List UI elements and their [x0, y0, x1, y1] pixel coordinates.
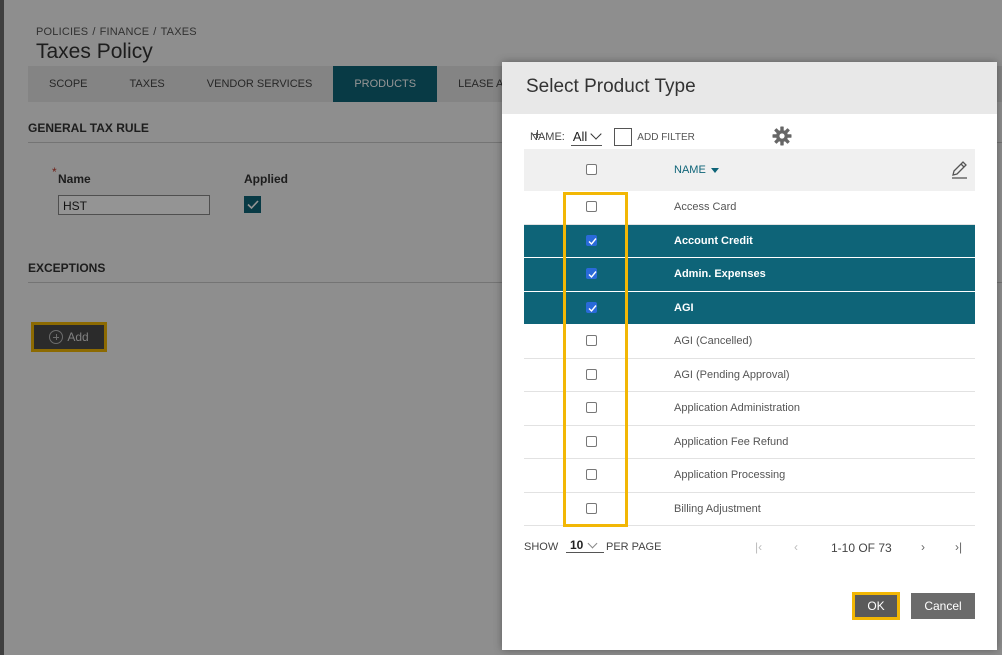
- row-checkbox[interactable]: [586, 368, 597, 380]
- row-label: Application Processing: [674, 469, 786, 481]
- plus-circle-icon: [614, 128, 633, 146]
- row-label: AGI (Pending Approval): [674, 368, 790, 381]
- row-checkbox[interactable]: [586, 402, 597, 413]
- add-filter-label: ADD FILTER: [637, 131, 695, 143]
- next-page-icon[interactable]: ›: [921, 540, 925, 554]
- table-row[interactable]: Application Processing: [524, 459, 975, 493]
- name-filter-select[interactable]: All: [570, 128, 603, 146]
- row-checkbox[interactable]: [586, 201, 597, 212]
- pagination-bar: SHOW 10 PER PAGE |‹ ‹ 1-10 OF 73 › ›|: [524, 537, 975, 561]
- row-label: Billing Adjustment: [674, 502, 761, 515]
- checkmark-icon: [588, 271, 597, 279]
- table-row[interactable]: Admin. Expenses: [524, 258, 975, 292]
- checkmark-icon: [588, 304, 597, 312]
- sort-desc-icon: [710, 167, 719, 173]
- per-page-value: 10: [570, 538, 584, 552]
- row-checkbox[interactable]: [586, 268, 597, 279]
- row-label: Application Fee Refund: [674, 435, 789, 448]
- dialog-header: Select Product Type: [502, 62, 997, 114]
- add-filter-button[interactable]: ADD FILTER: [614, 128, 695, 146]
- last-page-icon[interactable]: ›|: [955, 540, 962, 554]
- name-column-label: NAME: [674, 164, 706, 176]
- checkmark-icon: [588, 237, 597, 245]
- chevron-down-icon: [587, 538, 598, 548]
- table-row[interactable]: Application Fee Refund: [524, 426, 975, 459]
- dialog-title: Select Product Type: [526, 76, 696, 97]
- table-row[interactable]: Application Administration: [524, 392, 975, 426]
- previous-page-icon[interactable]: ‹: [794, 540, 798, 554]
- table-row[interactable]: AGI: [524, 291, 975, 325]
- table-row[interactable]: AGI (Cancelled): [524, 325, 975, 359]
- row-label: Account Credit: [674, 234, 753, 247]
- row-checkbox[interactable]: [586, 335, 597, 346]
- first-page-icon[interactable]: |‹: [755, 540, 762, 554]
- row-checkbox[interactable]: [586, 234, 597, 246]
- cancel-button[interactable]: Cancel: [911, 593, 975, 619]
- ok-button[interactable]: OK: [852, 592, 900, 620]
- select-all-checkbox[interactable]: [586, 164, 597, 175]
- name-column-header[interactable]: NAME: [674, 164, 719, 176]
- row-label: AGI: [674, 301, 694, 314]
- row-checkbox[interactable]: [586, 301, 597, 313]
- name-filter-value: All: [572, 128, 588, 144]
- row-label: AGI (Cancelled): [674, 335, 753, 347]
- row-checkbox[interactable]: [586, 502, 597, 514]
- row-checkbox[interactable]: [586, 435, 597, 447]
- filter-bar: NAME: All ADD FILTER: [530, 127, 695, 147]
- chevron-down-icon: [590, 128, 602, 140]
- row-label: Access Card: [674, 201, 737, 213]
- gear-icon[interactable]: [772, 126, 792, 146]
- row-checkbox[interactable]: [586, 469, 597, 480]
- table-row[interactable]: Billing Adjustment: [524, 493, 975, 526]
- product-type-table: NAME Access Card Account Credit Admin. E…: [524, 149, 975, 526]
- row-label: Application Administration: [674, 402, 800, 414]
- page-range: 1-10 OF 73: [831, 541, 892, 555]
- per-page-select[interactable]: 10: [566, 538, 604, 553]
- per-page-label: PER PAGE: [606, 541, 662, 553]
- pencil-icon[interactable]: [949, 160, 969, 180]
- row-label: Admin. Expenses: [674, 268, 766, 280]
- table-row[interactable]: AGI (Pending Approval): [524, 359, 975, 392]
- table-header: NAME: [524, 149, 975, 191]
- table-row[interactable]: Account Credit: [524, 224, 975, 258]
- select-product-type-dialog: Select Product Type NAME: All ADD FILTER: [502, 62, 997, 650]
- table-row[interactable]: Access Card: [524, 191, 975, 225]
- show-label: SHOW: [524, 541, 559, 553]
